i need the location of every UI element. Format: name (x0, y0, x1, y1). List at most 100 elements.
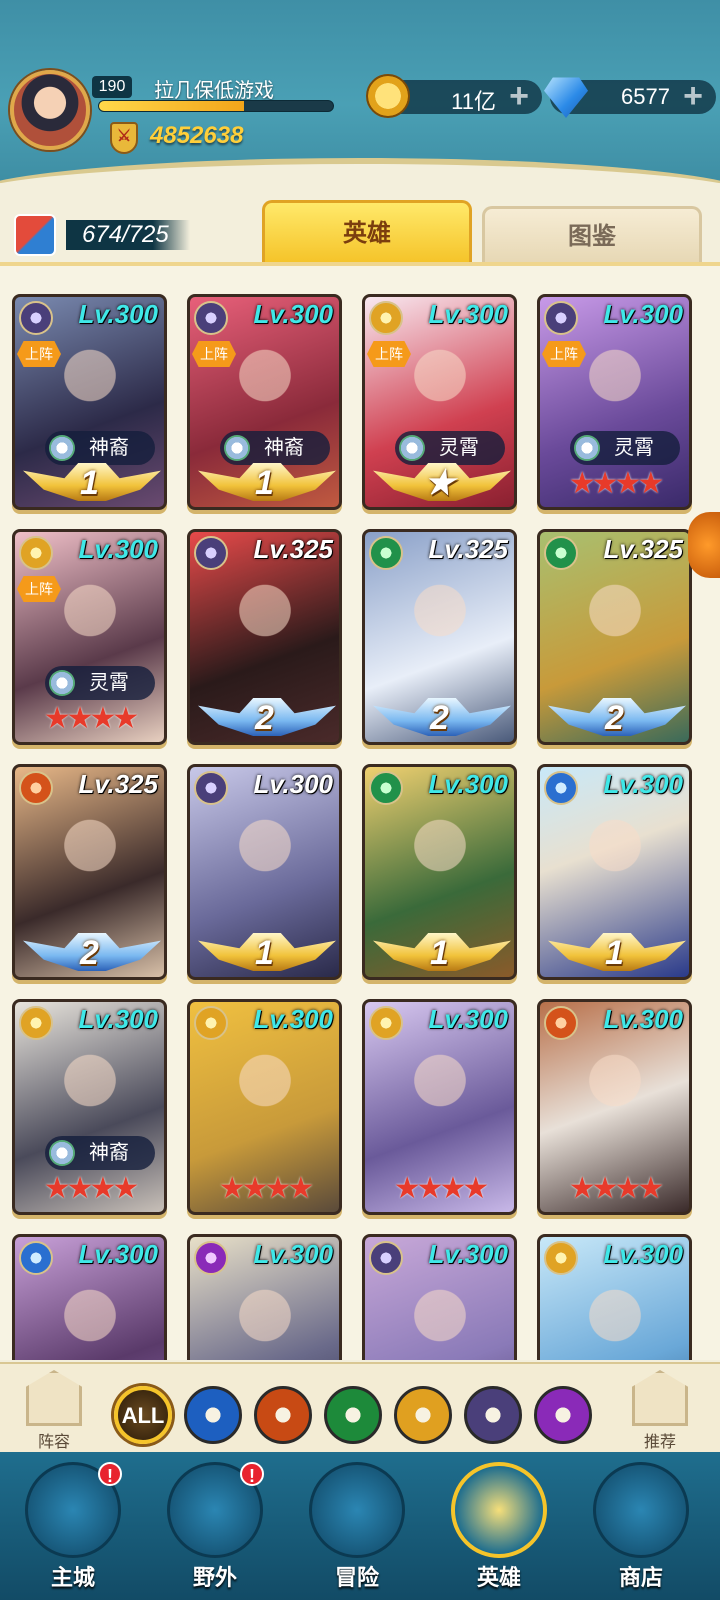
awaken-level: 1 (430, 934, 449, 972)
hero-card[interactable]: Lv.325 2 (187, 529, 342, 745)
hero-card[interactable]: Lv.300 (187, 1234, 342, 1360)
xp-fill (99, 101, 245, 111)
hero-level: Lv.300 (78, 534, 158, 564)
hero-card[interactable]: Lv.325 2 (537, 529, 692, 745)
hero-level: Lv.300 (428, 1239, 508, 1269)
hero-portrait (395, 572, 485, 682)
light-faction-icon[interactable] (394, 1386, 452, 1444)
add-gold-button[interactable]: + (502, 79, 536, 114)
hero-level: Lv.300 (253, 299, 333, 329)
lineup-label: 阵容 (37, 1434, 70, 1451)
hero-level: Lv.300 (78, 1239, 158, 1269)
hero-card[interactable]: Lv.300 (12, 1234, 167, 1360)
awaken-level: 1 (80, 464, 99, 502)
water-faction-icon[interactable] (184, 1386, 242, 1444)
hero-card[interactable]: Lv.325 2 (12, 764, 167, 980)
add-gems-button[interactable]: + (676, 79, 710, 114)
awaken-level: 2 (430, 699, 449, 737)
shadow-faction-icon (194, 301, 228, 335)
hero-card[interactable]: Lv.300 (537, 1234, 692, 1360)
all-filter-icon[interactable]: ALL (114, 1386, 172, 1444)
hero-level: Lv.300 (603, 1239, 683, 1269)
hero-card[interactable]: Lv.300 ★★★★ (537, 999, 692, 1215)
tab-codex[interactable]: 图鉴 (482, 206, 702, 262)
shop-icon (593, 1462, 689, 1558)
hero-rank-tag: 灵霄 (45, 666, 155, 700)
arcane-faction-icon[interactable] (534, 1386, 592, 1444)
helmet-icon (451, 1462, 547, 1558)
nav-sword[interactable]: 冒险 (302, 1462, 412, 1598)
hero-portrait (220, 807, 310, 917)
hero-card[interactable]: Lv.300 (362, 1234, 517, 1360)
fire-faction-icon[interactable] (254, 1386, 312, 1444)
nav-castle[interactable]: 主城! (18, 1462, 128, 1598)
hero-card[interactable]: Lv.300 ★★★★ (187, 999, 342, 1215)
hero-card[interactable]: Lv.300 1 (187, 764, 342, 980)
bottom-nav: 主城! 野外! 冒险 英雄 商店 (0, 1452, 720, 1600)
recommend-button[interactable]: 推荐 (628, 1370, 692, 1451)
hero-portrait (45, 1277, 135, 1360)
hero-card[interactable]: Lv.325 2 (362, 529, 517, 745)
hero-card[interactable]: Lv.300 1 (537, 764, 692, 980)
hero-card[interactable]: Lv.300 上阵 灵霄 ★ (362, 294, 517, 510)
diamond-icon (544, 77, 588, 118)
nature-faction-icon (369, 536, 403, 570)
hero-card[interactable]: Lv.300 神裔 ★★★★ (12, 999, 167, 1215)
hero-card[interactable]: Lv.300 ★★★★ (362, 999, 517, 1215)
sword-icon (309, 1462, 405, 1558)
hero-portrait (570, 1042, 660, 1152)
xp-bar (98, 100, 334, 112)
hero-portrait (220, 1042, 310, 1152)
deployed-badge: 上阵 (17, 576, 61, 602)
star-rating: ★★★★ (393, 1172, 490, 1205)
lineup-icon (26, 1370, 82, 1426)
awaken-level: 2 (255, 699, 274, 737)
player-name: 拉几保低游戏 (154, 80, 274, 102)
hero-level: Lv.300 (428, 1004, 508, 1034)
light-faction-icon (369, 301, 403, 335)
hero-card[interactable]: Lv.300 1 (362, 764, 517, 980)
nav-wilds[interactable]: 野外! (160, 1462, 270, 1598)
deployed-badge: 上阵 (542, 341, 586, 367)
nav-helmet[interactable]: 英雄 (444, 1462, 554, 1598)
shadow-faction-icon (19, 301, 53, 335)
shadow-faction-icon (194, 536, 228, 570)
hero-rank-tag: 灵霄 (570, 431, 680, 465)
hero-card[interactable]: Lv.300 上阵 灵霄 ★★★★ (12, 529, 167, 745)
light-faction-icon (544, 1241, 578, 1275)
hero-card[interactable]: Lv.300 上阵 神裔 1 (187, 294, 342, 510)
arcane-faction-icon (194, 1241, 228, 1275)
hero-portrait (220, 1277, 310, 1360)
player-avatar[interactable] (10, 70, 90, 150)
shadow-faction-icon[interactable] (464, 1386, 522, 1444)
alert-badge: ! (240, 1462, 264, 1486)
player-level: 190 (92, 76, 132, 98)
light-faction-icon (19, 536, 53, 570)
hero-level: Lv.300 (253, 1004, 333, 1034)
shadow-faction-icon (369, 1241, 403, 1275)
nav-shop[interactable]: 商店 (586, 1462, 696, 1598)
hero-level: Lv.325 (603, 534, 683, 564)
side-event-button[interactable] (688, 512, 720, 578)
star-rating: ★★★★ (568, 467, 665, 500)
hero-portrait (395, 807, 485, 917)
fire-faction-icon (19, 771, 53, 805)
lineup-button[interactable]: 阵容 (22, 1370, 86, 1451)
hero-portrait (220, 572, 310, 682)
shield-icon: ⚔ (110, 122, 138, 154)
water-faction-icon (544, 771, 578, 805)
recommend-label: 推荐 (643, 1434, 676, 1451)
hero-level: Lv.300 (78, 299, 158, 329)
hero-level: Lv.300 (428, 769, 508, 799)
hero-card[interactable]: Lv.300 上阵 神裔 1 (12, 294, 167, 510)
light-faction-icon (369, 1006, 403, 1040)
tab-heroes[interactable]: 英雄 (262, 200, 472, 262)
hero-portrait (570, 807, 660, 917)
deployed-badge: 上阵 (367, 341, 411, 367)
hero-level: Lv.300 (603, 299, 683, 329)
nature-faction-icon[interactable] (324, 1386, 382, 1444)
hero-count-text: 674/725 (66, 220, 190, 250)
hero-card[interactable]: Lv.300 上阵灵霄 ★★★★ (537, 294, 692, 510)
hero-grid: Lv.300 上阵 神裔 1 Lv.300 上阵 神裔 1 Lv.300 上阵 灵霄 ★ Lv.300 上… (0, 262, 720, 1360)
nav-label: 冒险 (334, 1565, 379, 1590)
